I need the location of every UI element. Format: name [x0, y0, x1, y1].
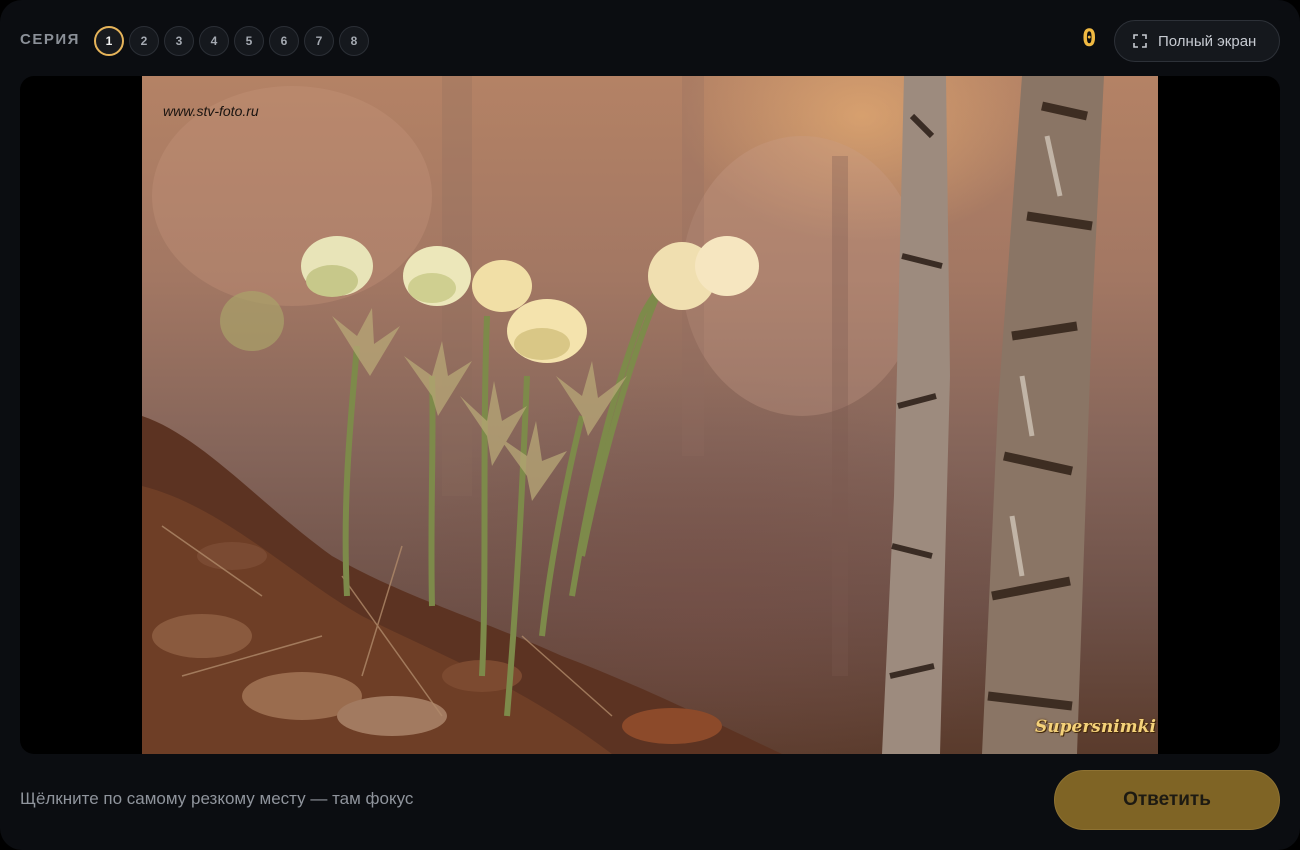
- series-item-6[interactable]: 6: [269, 26, 299, 56]
- expand-corners-icon: [1133, 34, 1147, 48]
- fullscreen-label: Полный экран: [1158, 32, 1257, 50]
- series-item-7[interactable]: 7: [304, 26, 334, 56]
- photo-stage: www.stv-foto.ru Supersnimki: [20, 76, 1280, 754]
- series-item-1[interactable]: 1: [94, 26, 124, 56]
- fullscreen-button[interactable]: Полный экран: [1114, 20, 1280, 62]
- score-counter: 0: [1082, 24, 1097, 52]
- series-selector: 1 2 3 4 5 6 7 8: [94, 26, 369, 56]
- series-item-5[interactable]: 5: [234, 26, 264, 56]
- answer-button[interactable]: Ответить: [1054, 770, 1280, 830]
- photo-scene: [142, 76, 1104, 754]
- instruction-hint: Щёлкните по самому резкому месту — там ф…: [20, 789, 414, 808]
- top-bar: СЕРИЯ 1 2 3 4 5 6 7 8 0 Полный экран: [0, 0, 1300, 78]
- series-item-4[interactable]: 4: [199, 26, 229, 56]
- series-item-2[interactable]: 2: [129, 26, 159, 56]
- series-item-8[interactable]: 8: [339, 26, 369, 56]
- series-item-3[interactable]: 3: [164, 26, 194, 56]
- birch-trunks: [882, 76, 1104, 754]
- app-window: СЕРИЯ 1 2 3 4 5 6 7 8 0 Полный экран www…: [0, 0, 1300, 850]
- watermark-top: www.stv-foto.ru: [163, 103, 259, 119]
- watermark-bottom: Supersnimki: [1035, 717, 1156, 737]
- focus-photo[interactable]: www.stv-foto.ru Supersnimki: [142, 76, 1158, 754]
- series-label: СЕРИЯ: [20, 31, 80, 48]
